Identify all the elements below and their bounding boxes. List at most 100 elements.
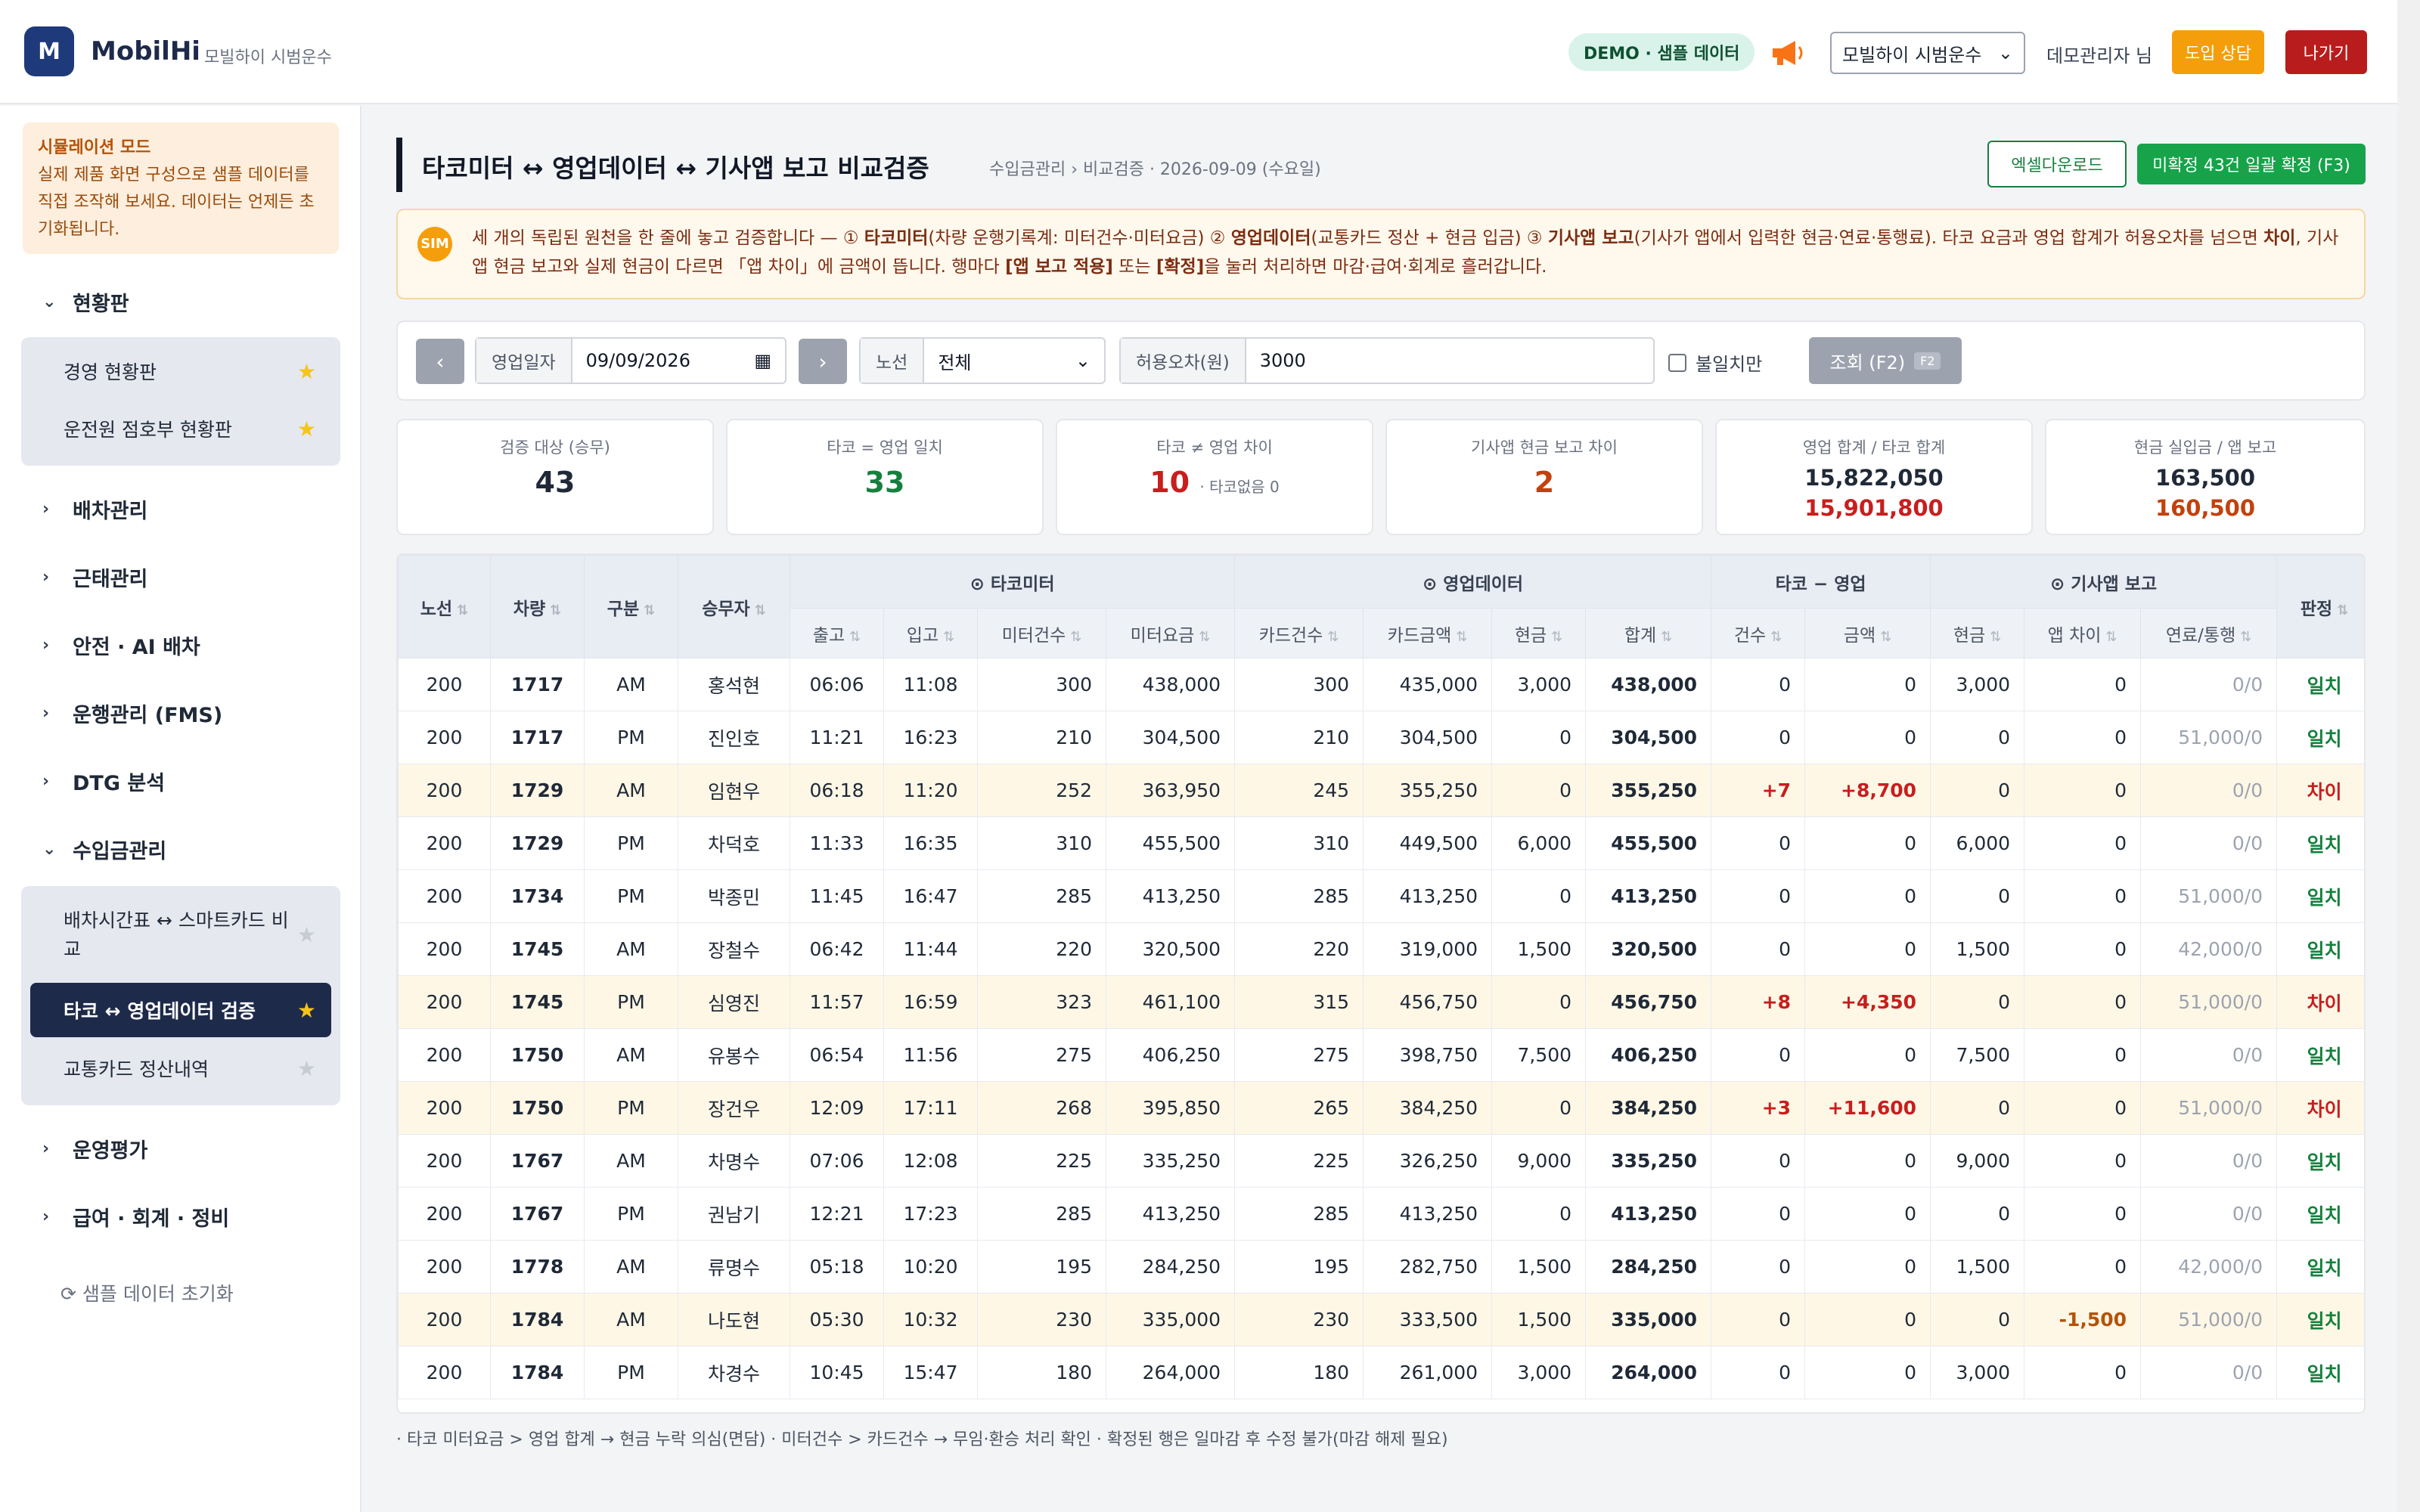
cell-app-cash: 3,000 [1930, 658, 2025, 711]
cell-departure: 12:21 [790, 1187, 884, 1241]
chevron-down-icon: ⌄ [1075, 350, 1091, 371]
sidebar-item-driver-rollcall-dashboard[interactable]: 운전원 점호부 현황판 ★ [30, 402, 331, 455]
col-app-cash[interactable]: 현금 ⇅ [1930, 608, 2025, 658]
calendar-icon[interactable]: ▦ [754, 350, 771, 371]
cell-app-diff: 0 [2024, 1028, 2142, 1082]
cell-card-count: 285 [1234, 1187, 1364, 1241]
col-card-count[interactable]: 카드건수 ⇅ [1234, 608, 1364, 658]
nav-section-dtg[interactable]: › DTG 분석 [42, 767, 165, 796]
nav-section-attendance[interactable]: › 근태관리 [42, 562, 147, 592]
star-icon[interactable]: ★ [297, 921, 316, 950]
cell-diff-amount: +8,700 [1804, 764, 1931, 817]
col-shift[interactable]: 구분 ⇅ [584, 555, 678, 658]
cell-card-amount: 261,000 [1363, 1346, 1493, 1399]
sidebar-item-management-dashboard[interactable]: 경영 현황판 ★ [30, 345, 331, 398]
table-row[interactable]: 200 1778 AM 류명수 05:18 10:20 195 284,250 195 282,7… [398, 1240, 2364, 1294]
col-departure[interactable]: 출고 ⇅ [790, 608, 884, 658]
prev-day-button[interactable]: ‹ [416, 339, 464, 384]
cell-departure: 06:54 [790, 1028, 884, 1082]
nav-section-payroll[interactable]: › 급여 · 회계 · 정비 [42, 1202, 229, 1232]
sidebar-item-transit-card-settlement[interactable]: 교통카드 정산내역 ★ [30, 1042, 331, 1095]
star-icon[interactable]: ★ [297, 359, 316, 384]
cell-meter-count: 310 [977, 816, 1106, 870]
bulk-confirm-button[interactable]: 미확정 43건 일괄 확정 (F3) [2137, 144, 2366, 184]
table-row[interactable]: 200 1717 PM 진인호 11:21 16:23 210 304,500 210 304,5… [398, 711, 2364, 764]
cell-card-amount: 449,500 [1363, 816, 1493, 870]
cell-fuel-toll: 0/0 [2140, 764, 2278, 817]
col-fuel-toll[interactable]: 연료/통행 ⇅ [2140, 608, 2278, 658]
consult-button[interactable]: 도입 상담 [2172, 30, 2264, 74]
route-field[interactable]: 노선 전체 ⌄ [859, 337, 1106, 384]
reset-sample-data-link[interactable]: ⟳ 샘플 데이터 초기화 [60, 1279, 234, 1306]
cell-app-diff: -1,500 [2024, 1293, 2142, 1346]
sidebar-item-schedule-smartcard[interactable]: 배차시간표 ↔ 스마트카드 비교 ★ [30, 894, 331, 977]
cell-shift: AM [584, 1028, 678, 1082]
megaphone-icon[interactable] [1768, 36, 1806, 70]
col-vehicle[interactable]: 차량 ⇅ [490, 555, 585, 658]
col-verdict[interactable]: 판정 ⇅ [2276, 555, 2364, 658]
table-row[interactable]: 200 1750 AM 유봉수 06:54 11:56 275 406,250 275 398,7… [398, 1028, 2364, 1082]
col-meter-count[interactable]: 미터건수 ⇅ [977, 608, 1106, 658]
cell-card-amount: 435,000 [1363, 658, 1493, 711]
col-arrival[interactable]: 입고 ⇅ [883, 608, 978, 658]
cell-diff-amount: +4,350 [1804, 975, 1931, 1029]
table-row[interactable]: 200 1784 PM 차경수 10:45 15:47 180 264,000 180 261,0… [398, 1346, 2364, 1399]
cell-arrival: 16:23 [883, 711, 978, 764]
table-row[interactable]: 200 1767 AM 차명수 07:06 12:08 225 335,250 225 326,2… [398, 1134, 2364, 1188]
next-day-button[interactable]: › [799, 339, 847, 384]
col-driver[interactable]: 승무자 ⇅ [678, 555, 790, 658]
search-button[interactable]: 조회 (F2) F2 [1809, 337, 1962, 384]
checkbox-icon[interactable] [1668, 353, 1686, 372]
cell-departure: 11:45 [790, 869, 884, 923]
exit-button[interactable]: 나가기 [2285, 30, 2367, 74]
cell-fuel-toll: 0/0 [2140, 1346, 2278, 1399]
cell-app-cash: 3,000 [1930, 1346, 2025, 1399]
cell-total: 264,000 [1585, 1346, 1712, 1399]
sidebar-item-taco-verify[interactable]: 타코 ↔ 영업데이터 검증 ★ [30, 983, 331, 1037]
nav-section-dispatch[interactable]: › 배차관리 [42, 494, 147, 524]
mismatch-only-checkbox[interactable]: 불일치만 [1668, 349, 1762, 376]
table-row[interactable]: 200 1767 PM 권남기 12:21 17:23 285 413,250 285 413,2… [398, 1187, 2364, 1241]
nav-section-revenue[interactable]: ⌄ 수입금관리 [42, 835, 166, 864]
col-total[interactable]: 합계 ⇅ [1585, 608, 1712, 658]
table-row[interactable]: 200 1729 AM 임현우 06:18 11:20 252 363,950 245 355,2… [398, 764, 2364, 817]
nav-section-safety-ai[interactable]: › 안전 · AI 배차 [42, 631, 200, 660]
star-icon[interactable]: ★ [297, 998, 316, 1023]
star-icon[interactable]: ★ [297, 417, 316, 442]
table-row[interactable]: 200 1717 AM 홍석현 06:06 11:08 300 438,000 300 435,0… [398, 658, 2364, 711]
table-row[interactable]: 200 1729 PM 차덕호 11:33 16:35 310 455,500 310 449,5… [398, 816, 2364, 870]
route-select[interactable]: 전체 [938, 348, 971, 374]
cell-fuel-toll: 0/0 [2140, 1187, 2278, 1241]
col-card-amount[interactable]: 카드금액 ⇅ [1363, 608, 1493, 658]
cell-card-count: 315 [1234, 975, 1364, 1029]
logo-icon[interactable]: M [24, 26, 74, 76]
col-route[interactable]: 노선 ⇅ [398, 555, 491, 658]
table-row[interactable]: 200 1750 PM 장건우 12:09 17:11 268 395,850 265 384,2… [398, 1081, 2364, 1135]
col-app-diff[interactable]: 앱 차이 ⇅ [2024, 608, 2142, 658]
table-row[interactable]: 200 1745 PM 심영진 11:57 16:59 323 461,100 315 456,7… [398, 975, 2364, 1029]
nav-section-fms[interactable]: › 운행관리 (FMS) [42, 699, 222, 728]
table-row[interactable]: 200 1734 PM 박종민 11:45 16:47 285 413,250 285 413,2… [398, 869, 2364, 923]
tolerance-input[interactable]: 3000 [1260, 350, 1306, 371]
cell-shift: PM [584, 711, 678, 764]
cell-driver: 권남기 [678, 1187, 790, 1241]
col-diff-amount[interactable]: 금액 ⇅ [1804, 608, 1931, 658]
col-cash[interactable]: 현금 ⇅ [1491, 608, 1587, 658]
table-row[interactable]: 200 1745 AM 장철수 06:42 11:44 220 320,500 220 319,0… [398, 922, 2364, 976]
col-diff-count[interactable]: 건수 ⇅ [1711, 608, 1806, 658]
cell-card-count: 310 [1234, 816, 1364, 870]
date-field[interactable]: 영업일자 09/09/2026 ▦ [475, 337, 786, 384]
excel-download-button[interactable]: 엑셀다운로드 [1987, 141, 2127, 187]
company-select[interactable]: 모빌하이 시범운수 ⌄ [1830, 32, 2025, 74]
col-meter-fare[interactable]: 미터요금 ⇅ [1105, 608, 1236, 658]
chevron-right-icon: › [42, 704, 50, 723]
star-icon[interactable]: ★ [297, 1056, 316, 1081]
cell-shift: AM [584, 1240, 678, 1294]
scrollbar[interactable] [2397, 0, 2420, 1512]
cell-cash: 0 [1491, 1187, 1587, 1241]
date-input[interactable]: 09/09/2026 [586, 350, 690, 371]
tolerance-field[interactable]: 허용오차(원) 3000 [1119, 337, 1655, 384]
table-row[interactable]: 200 1784 AM 나도현 05:30 10:32 230 335,000 230 333,5… [398, 1293, 2364, 1346]
nav-section-dashboard[interactable]: ⌄ 현황판 [42, 287, 129, 317]
nav-section-evaluation[interactable]: › 운영평가 [42, 1134, 147, 1163]
